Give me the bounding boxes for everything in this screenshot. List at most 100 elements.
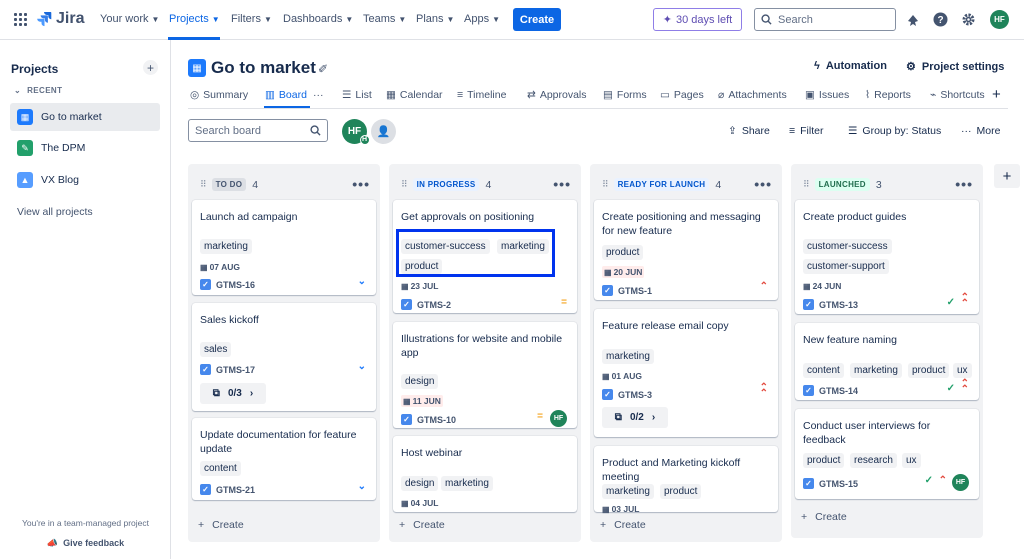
- card-title: Update documentation for feature update: [200, 429, 357, 455]
- status-lozenge: READY FOR LAUNCH: [613, 178, 710, 191]
- project-settings-button[interactable]: ⚙ Project settings: [906, 60, 1004, 74]
- sidebar-project-go-to-market[interactable]: ▦ Go to market: [10, 103, 160, 131]
- tab-attachments[interactable]: ⌀ Attachments: [718, 89, 787, 101]
- sidebar-project-vx-blog[interactable]: ▲ VX Blog: [10, 166, 160, 194]
- board-search-input[interactable]: Search board: [188, 119, 328, 142]
- issue-card[interactable]: Create positioning and messaging for new…: [594, 200, 778, 300]
- assignee-avatar[interactable]: HF: [550, 410, 567, 427]
- issue-card[interactable]: Feature release email copy marketing ▦ 01…: [594, 309, 778, 437]
- chevron-down-icon: ▼: [151, 14, 160, 24]
- subtasks-button[interactable]: ⧉ 0/2 ›: [602, 407, 668, 428]
- issue-card[interactable]: Sales kickoff sales ✓ GTMS-17 ⌄ ⧉ 0/3 ›: [192, 303, 376, 411]
- tab-board[interactable]: ▥ Board: [265, 89, 307, 101]
- card-title: Illustrations for website and mobile app: [401, 333, 563, 359]
- nav-your-work[interactable]: Your work ▼: [100, 13, 159, 25]
- add-project-icon[interactable]: +: [143, 60, 158, 75]
- paint-icon[interactable]: ✐: [318, 62, 328, 76]
- create-label: Create: [614, 519, 646, 531]
- recent-heading: ⌄ RECENT: [14, 86, 62, 95]
- create-issue-button[interactable]: + Create: [399, 519, 445, 531]
- nav-dashboards[interactable]: Dashboards ▼: [283, 13, 353, 25]
- drag-handle-icon[interactable]: ⠿: [803, 179, 810, 190]
- column-more-icon[interactable]: •••: [352, 176, 370, 192]
- issue-card[interactable]: Illustrations for website and mobile app…: [393, 322, 577, 428]
- tab-approvals[interactable]: ⇄ Approvals: [527, 89, 587, 101]
- tab-summary[interactable]: ◎ Summary: [190, 89, 248, 101]
- give-feedback-link[interactable]: 📣 Give feedback: [0, 538, 171, 549]
- filter-button[interactable]: ≡ Filter: [789, 125, 823, 137]
- column-more-icon[interactable]: •••: [754, 176, 772, 192]
- add-tab-icon[interactable]: +: [992, 86, 1001, 103]
- user-avatar[interactable]: HF: [990, 10, 1009, 29]
- issue-key: ✓ GTMS-14: [803, 385, 858, 396]
- board-column-todo: ⠿ TO DO 4 ••• Launch ad campaign marketi…: [188, 164, 380, 542]
- add-column-button[interactable]: +: [994, 164, 1020, 188]
- notifications-icon[interactable]: [904, 11, 921, 28]
- trial-button[interactable]: ✦ 30 days left: [653, 8, 742, 31]
- done-check-icon: ✓: [946, 297, 955, 308]
- task-checkbox-icon: ✓: [803, 299, 814, 310]
- issue-card[interactable]: New feature naming content marketing pro…: [795, 323, 979, 400]
- tab-issues[interactable]: ▣ Issues: [805, 89, 849, 101]
- nav-teams[interactable]: Teams ▼: [363, 13, 406, 25]
- project-name: Go to market: [41, 111, 102, 123]
- tab-forms[interactable]: ▤ Forms: [603, 89, 647, 101]
- add-people-icon[interactable]: 👤: [371, 119, 396, 144]
- group-by-button[interactable]: ☰ Group by: Status: [848, 125, 941, 137]
- share-button[interactable]: ⇪ Share: [728, 125, 770, 137]
- issue-card[interactable]: Launch ad campaign marketing ▦ 07 AUG ✓ GT…: [192, 200, 376, 295]
- view-all-projects-link[interactable]: View all projects: [17, 206, 93, 218]
- assignee-filter-avatar[interactable]: HF H: [342, 119, 370, 145]
- drag-handle-icon[interactable]: ⠿: [200, 179, 207, 190]
- more-button[interactable]: ··· More: [961, 125, 1000, 137]
- jira-logo[interactable]: Jira: [36, 10, 84, 28]
- nav-filters[interactable]: Filters ▼: [231, 13, 272, 25]
- column-more-icon[interactable]: •••: [553, 176, 571, 192]
- tab-timeline[interactable]: ≡ Timeline: [457, 89, 506, 101]
- column-more-icon[interactable]: •••: [955, 176, 973, 192]
- nav-projects[interactable]: Projects ▼: [169, 13, 220, 25]
- issue-card[interactable]: Update documentation for feature update …: [192, 418, 376, 500]
- nav-plans[interactable]: Plans ▼: [416, 13, 454, 25]
- tab-reports[interactable]: ⌇ Reports: [865, 89, 911, 101]
- assignee-avatar[interactable]: HF: [952, 474, 969, 491]
- issue-card[interactable]: Product and Marketing kickoff meeting ma…: [594, 446, 778, 514]
- create-issue-button[interactable]: + Create: [600, 519, 646, 531]
- card-label: ux: [953, 363, 972, 378]
- board-column-launched: ⠿ LAUNCHED 3 ••• Create product guides c…: [791, 164, 983, 538]
- priority-highest-icon: ⌃ ⌃: [759, 382, 768, 399]
- sidebar-project-the-dpm[interactable]: ✎ The DPM: [10, 134, 160, 162]
- app-switcher-icon[interactable]: [14, 13, 27, 26]
- create-issue-button[interactable]: + Create: [801, 511, 847, 523]
- drag-handle-icon[interactable]: ⠿: [602, 179, 609, 190]
- date-text: 24 JUN: [812, 281, 842, 291]
- due-date: ▦ 23 JUL: [401, 281, 438, 291]
- settings-gear-icon[interactable]: [960, 11, 977, 28]
- tab-pages[interactable]: ▭ Pages: [660, 89, 704, 101]
- pages-icon: ▭: [660, 89, 670, 101]
- tab-calendar[interactable]: ▦ Calendar: [386, 89, 443, 101]
- create-button[interactable]: Create: [513, 8, 561, 31]
- issue-card[interactable]: Create product guides customer-success c…: [795, 200, 979, 314]
- create-issue-button[interactable]: + Create: [198, 519, 244, 531]
- card-title: Get approvals on positioning: [401, 211, 535, 223]
- tab-shortcuts[interactable]: ⌁ Shortcuts: [930, 89, 985, 101]
- subtask-count: 0/3: [227, 388, 242, 399]
- card-label: product: [803, 453, 845, 468]
- global-search-input[interactable]: Search: [754, 8, 896, 31]
- nav-label: Apps: [464, 13, 490, 25]
- issue-card[interactable]: Host webinar design marketing ▦ 04 JUL: [393, 436, 577, 512]
- card-title: Product and Marketing kickoff meeting: [602, 457, 741, 483]
- task-checkbox-icon: ✓: [200, 279, 211, 290]
- chevron-down-icon: ▼: [398, 14, 407, 24]
- automation-button[interactable]: ϟ Automation: [814, 60, 887, 72]
- drag-handle-icon[interactable]: ⠿: [401, 179, 408, 190]
- nav-apps[interactable]: Apps ▼: [464, 13, 500, 25]
- filter-icon: ≡: [789, 125, 796, 137]
- more-icon: ···: [313, 89, 324, 101]
- help-icon[interactable]: ?: [932, 11, 949, 28]
- tab-list[interactable]: ☰ List: [342, 89, 372, 101]
- issue-card[interactable]: Conduct user interviews for feedback pro…: [795, 409, 979, 499]
- tab-board-more[interactable]: ···: [313, 89, 324, 101]
- subtasks-button[interactable]: ⧉ 0/3 ›: [200, 383, 266, 404]
